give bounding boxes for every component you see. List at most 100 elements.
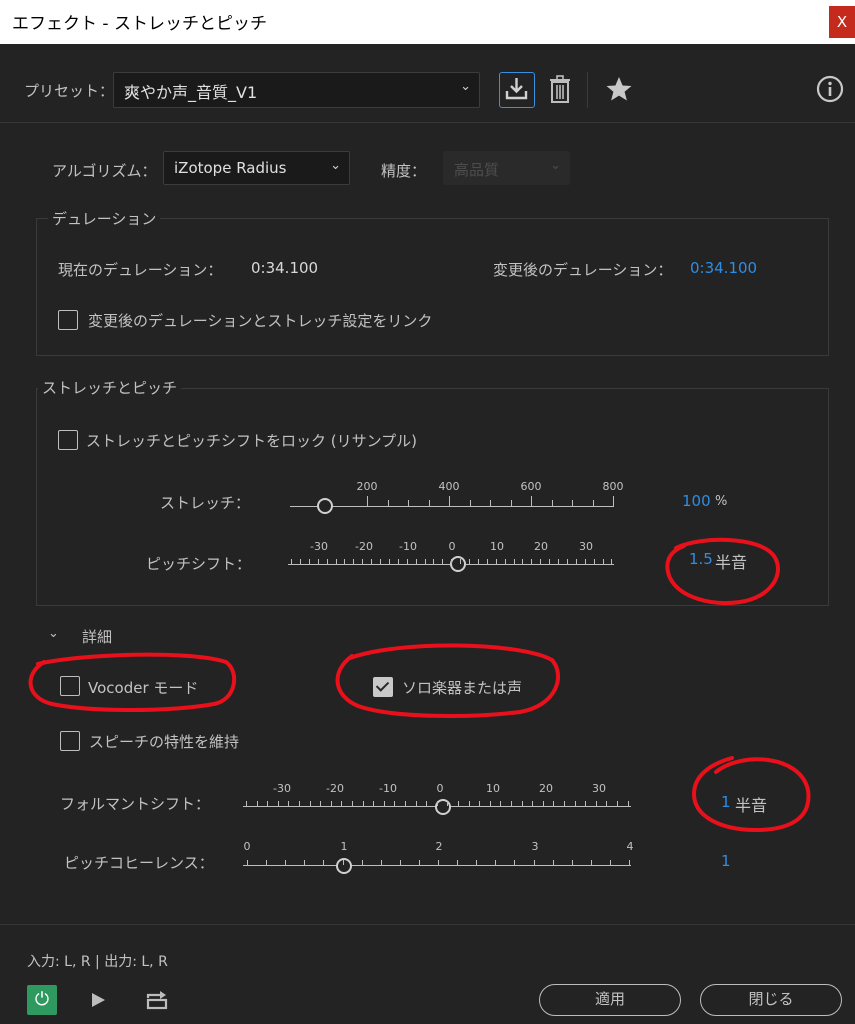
slider-minor-tick	[447, 801, 449, 806]
slider-minor-tick	[256, 801, 258, 806]
slider-minor-tick	[504, 559, 506, 564]
pitch-shift-slider-knob[interactable]	[450, 556, 466, 572]
preserve-speech-label: スピーチの特性を維持	[89, 733, 240, 751]
power-button[interactable]: ⏻	[27, 985, 57, 1015]
preset-value: 爽やか声_音質_V1	[124, 83, 258, 102]
precision-label: 精度：	[381, 162, 427, 180]
pitch-coherence-slider[interactable]: 0 1 2 3 4	[243, 838, 635, 878]
slider-minor-tick	[380, 559, 381, 564]
chevron-down-icon: ⌄	[550, 158, 561, 173]
slider-minor-tick	[424, 559, 426, 564]
slider-minor-tick	[532, 801, 534, 806]
coherence-tick-label: 0	[243, 840, 251, 853]
lock-resample-checkbox[interactable]	[58, 430, 78, 450]
slider-minor-tick	[549, 559, 551, 564]
slider-minor-tick	[341, 801, 343, 806]
pitch-coherence-value[interactable]: 1	[721, 852, 731, 870]
slider-minor-tick	[566, 559, 568, 564]
header-divider	[0, 122, 855, 123]
coherence-tick-label: 1	[340, 840, 348, 853]
favorite-button[interactable]	[604, 74, 634, 104]
pitch-tick-label: -30	[310, 540, 328, 553]
current-duration-value: 0:34.100	[251, 259, 319, 277]
slider-minor-tick	[590, 860, 592, 865]
stretch-slider[interactable]: 200 400 600 800	[290, 478, 624, 518]
slider-minor-tick	[442, 559, 444, 564]
preset-dropdown[interactable]: 爽やか声_音質_V1 ⌄	[113, 72, 480, 108]
coherence-tick-label: 4	[626, 840, 634, 853]
stretch-label: ストレッチ：	[160, 494, 251, 512]
new-duration-label: 変更後のデュレーション：	[493, 261, 673, 279]
slider-minor-tick	[476, 860, 478, 865]
solo-instrument-checkbox[interactable]	[373, 677, 393, 697]
vocoder-mode-checkbox[interactable]	[60, 676, 80, 696]
pitch-tick-label: 10	[490, 540, 504, 553]
info-button[interactable]	[816, 75, 844, 103]
slider-minor-tick	[531, 559, 533, 564]
delete-preset-button[interactable]	[547, 74, 573, 106]
vocoder-mode-label: Vocoder モード	[88, 679, 199, 697]
slider-minor-tick	[394, 801, 396, 806]
close-button[interactable]: 閉じる	[700, 984, 842, 1016]
pitch-shift-label: ピッチシフト：	[146, 555, 252, 573]
slider-minor-tick	[335, 559, 337, 564]
pitch-coherence-slider-knob[interactable]	[336, 858, 352, 874]
stretch-value[interactable]: 100	[682, 492, 711, 510]
chevron-down-icon[interactable]: ⌄	[48, 626, 59, 641]
slider-minor-tick	[602, 559, 604, 564]
slider-minor-tick	[344, 559, 346, 564]
slider-minor-tick	[521, 801, 523, 806]
slider-minor-tick	[477, 559, 479, 564]
stretch-pitch-group-label: ストレッチとピッチ	[38, 377, 182, 398]
slider-minor-tick	[397, 559, 399, 564]
slider-minor-tick	[415, 559, 417, 564]
slider-minor-tick	[584, 559, 586, 564]
slider-minor-tick	[500, 801, 502, 806]
stretch-tick-label: 600	[520, 480, 542, 493]
stretch-unit: %	[715, 494, 728, 509]
formant-tick-label: 0	[436, 782, 444, 795]
slider-minor-tick	[371, 559, 373, 564]
slider-minor-tick	[585, 801, 587, 806]
slider-minor-tick	[361, 860, 363, 865]
link-duration-checkbox[interactable]	[58, 310, 78, 330]
slider-minor-tick	[299, 559, 301, 564]
slider-minor-tick	[323, 860, 325, 865]
precision-dropdown[interactable]: 高品質 ⌄	[443, 151, 570, 185]
preserve-speech-checkbox[interactable]	[60, 731, 80, 751]
formant-shift-value[interactable]: 1	[721, 793, 731, 811]
apply-button[interactable]: 適用	[539, 984, 681, 1016]
slider-minor-tick	[595, 801, 597, 806]
slider-minor-tick	[352, 801, 353, 806]
save-preset-button[interactable]	[499, 72, 535, 108]
slider-minor-tick	[575, 559, 577, 564]
stretch-tick-label: 400	[438, 480, 460, 493]
new-duration-value[interactable]: 0:34.100	[690, 259, 757, 277]
slider-minor-tick	[246, 801, 247, 806]
pitch-shift-slider[interactable]: -30 -20 -10 0 10 20 30	[288, 538, 618, 578]
slider-minor-tick	[405, 801, 406, 806]
stretch-slider-knob[interactable]	[317, 498, 333, 514]
stretch-tick-label: 200	[356, 480, 378, 493]
pitch-tick-label: 20	[534, 540, 548, 553]
pitch-shift-value[interactable]: 1.5	[689, 550, 713, 568]
slider-minor-tick	[479, 801, 481, 806]
details-label[interactable]: 詳細	[82, 626, 112, 647]
slider-minor-tick	[511, 801, 512, 806]
slider-minor-tick	[418, 860, 420, 865]
slider-minor-tick	[495, 860, 497, 865]
loop-icon	[146, 991, 168, 1010]
formant-shift-slider[interactable]: -30 -20 -10 0 10 20 30	[243, 780, 633, 820]
slider-minor-tick	[513, 559, 515, 564]
slider-minor-tick	[362, 801, 364, 806]
close-window-button[interactable]: X	[829, 6, 855, 38]
lock-resample-label: ストレッチとピッチシフトをロック (リサンプル)	[86, 432, 418, 450]
slider-minor-tick	[609, 860, 611, 865]
loop-button[interactable]	[144, 989, 170, 1011]
power-icon: ⏻	[34, 989, 50, 1010]
slider-minor-tick	[522, 559, 524, 564]
preview-play-button[interactable]	[88, 990, 108, 1010]
algorithm-dropdown[interactable]: iZotope Radius ⌄	[163, 151, 350, 185]
slider-minor-tick	[571, 860, 573, 865]
formant-shift-label: フォルマントシフト：	[60, 795, 211, 813]
